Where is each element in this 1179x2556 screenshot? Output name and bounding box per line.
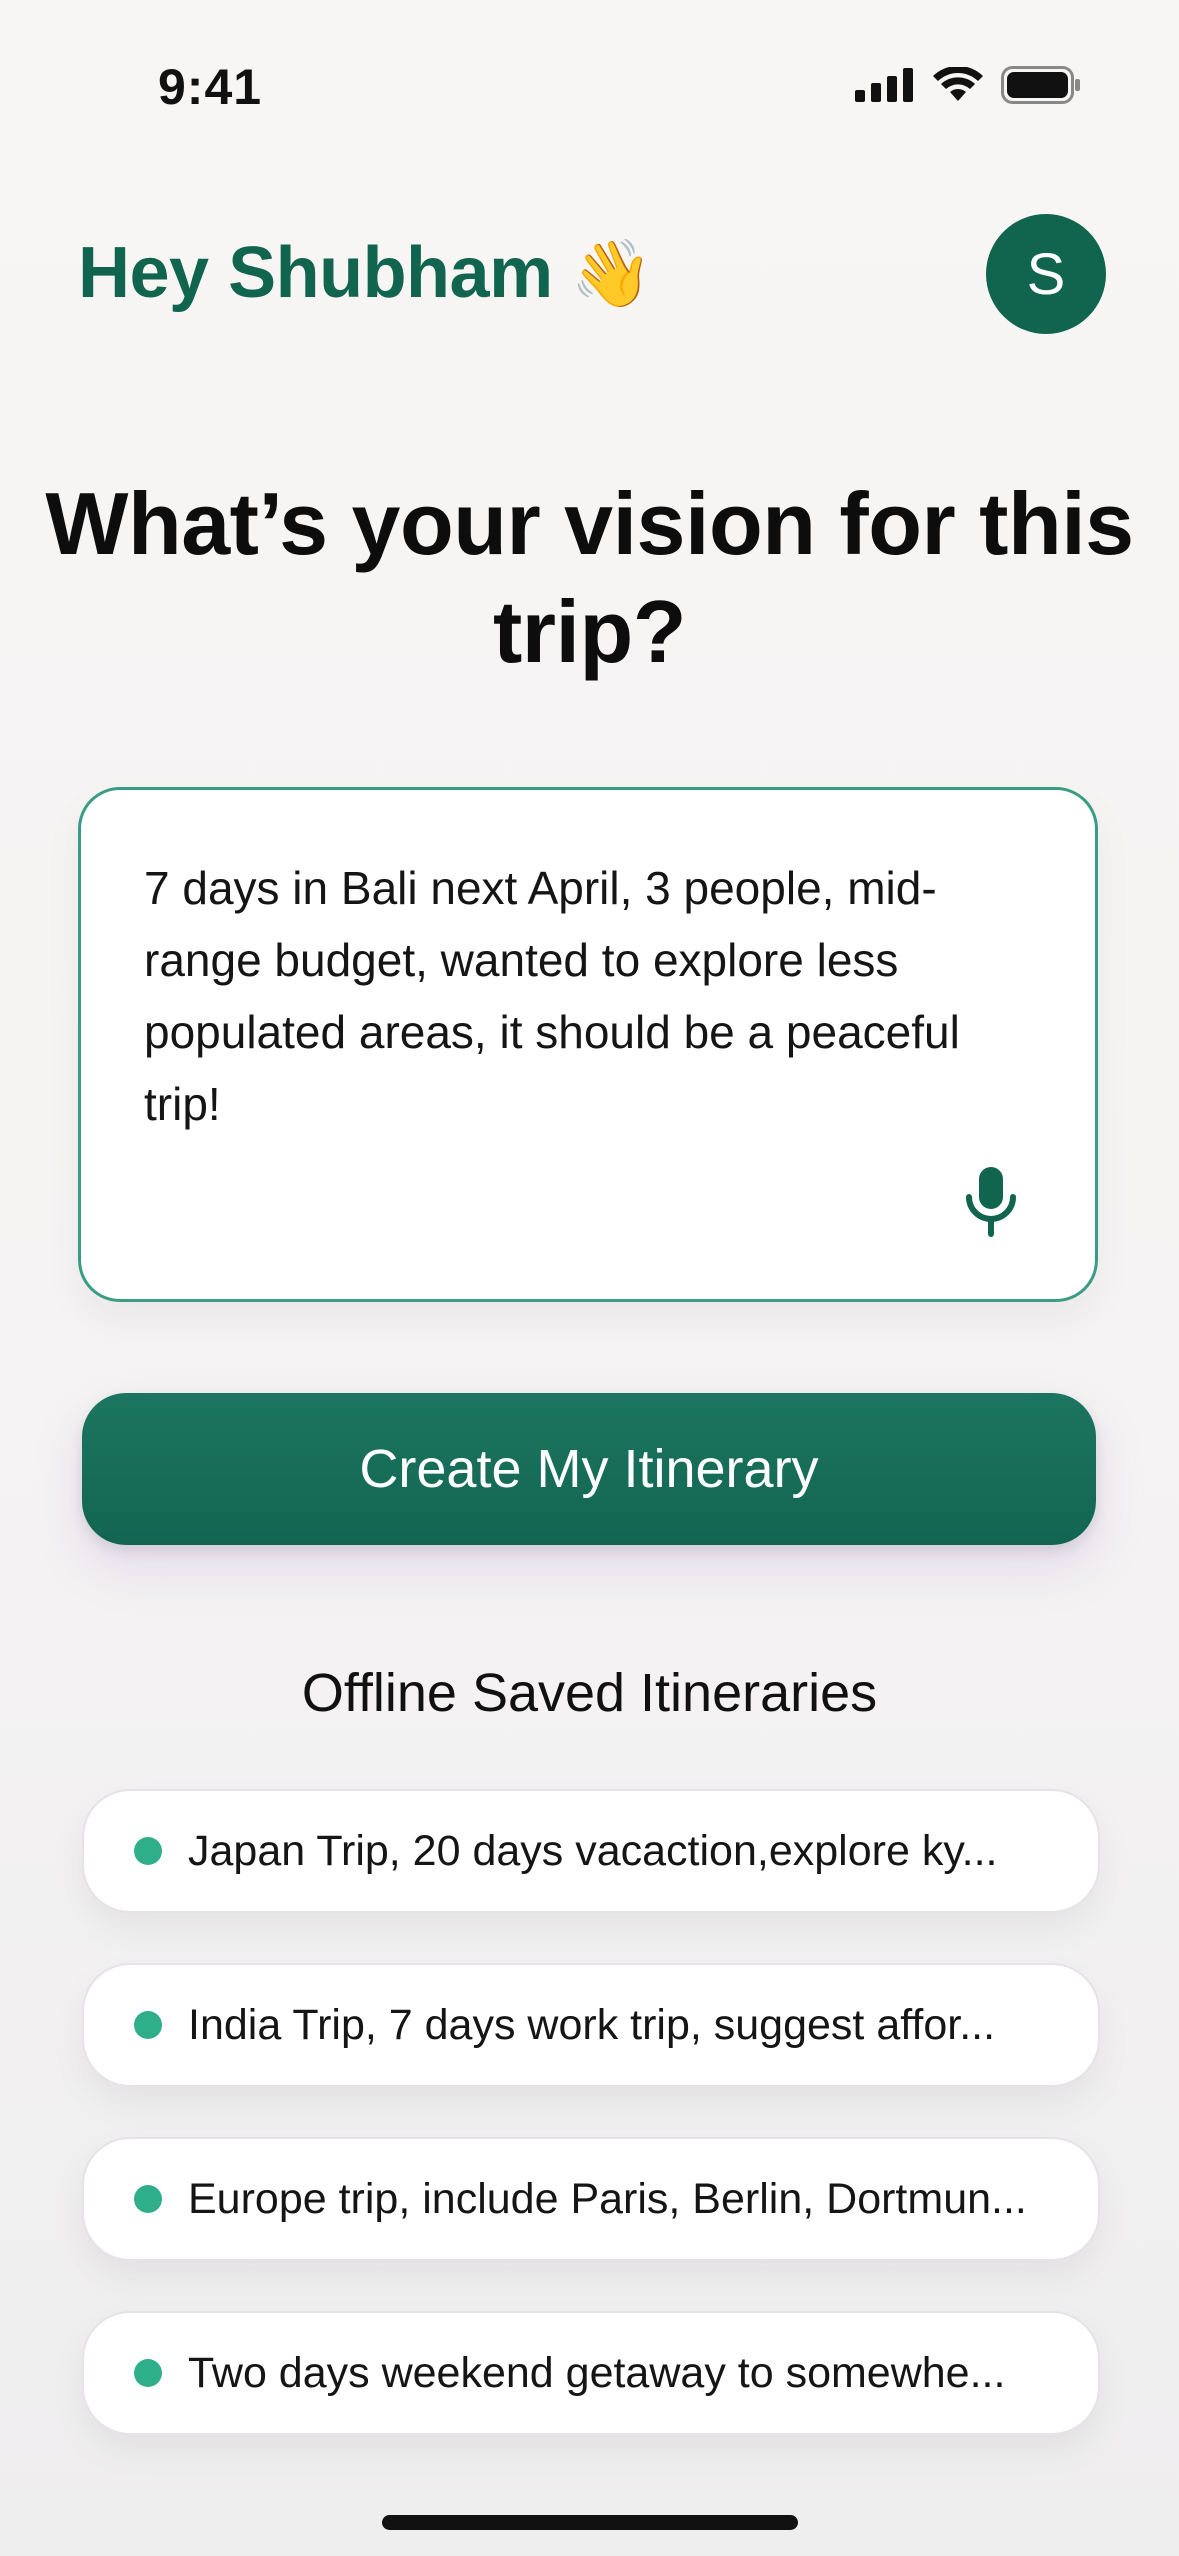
saved-itinerary-item[interactable]: Japan Trip, 20 days vacaction,explore ky…	[82, 1789, 1100, 1913]
status-time: 9:41	[158, 59, 263, 115]
saved-itinerary-label: Europe trip, include Paris, Berlin, Dort…	[188, 2174, 1027, 2223]
status-dot	[134, 2359, 162, 2387]
saved-itinerary-label: Two days weekend getaway to somewhe...	[188, 2348, 1006, 2397]
trip-prompt-value[interactable]: 7 days in Bali next April, 3 people, mid…	[144, 852, 1044, 1140]
saved-itinerary-item[interactable]: India Trip, 7 days work trip, suggest af…	[82, 1963, 1100, 2087]
saved-itinerary-item[interactable]: Two days weekend getaway to somewhe...	[82, 2311, 1100, 2435]
app-screen: 9:41 Hey Shubham 👋 S What’s your vision …	[0, 0, 1179, 2556]
wifi-icon	[933, 67, 983, 103]
saved-itinerary-label: Japan Trip, 20 days vacaction,explore ky…	[188, 1826, 998, 1875]
greeting: Hey Shubham 👋	[78, 232, 653, 314]
home-indicator[interactable]	[382, 2515, 798, 2530]
cellular-signal-icon	[855, 68, 915, 102]
page-title: What’s your vision for this trip?	[45, 474, 1134, 681]
trip-prompt-input[interactable]: 7 days in Bali next April, 3 people, mid…	[78, 787, 1098, 1302]
battery-icon	[1001, 66, 1081, 104]
saved-itineraries-list: Japan Trip, 20 days vacaction,explore ky…	[82, 1789, 1100, 2485]
greeting-text: Hey Shubham	[78, 233, 553, 313]
waving-hand-icon: 👋	[570, 236, 653, 310]
microphone-icon[interactable]	[951, 1162, 1031, 1242]
status-dot	[134, 2011, 162, 2039]
saved-itinerary-item[interactable]: Europe trip, include Paris, Berlin, Dort…	[82, 2137, 1100, 2261]
saved-itinerary-label: India Trip, 7 days work trip, suggest af…	[188, 2000, 996, 2049]
saved-itineraries-title: Offline Saved Itineraries	[301, 1663, 878, 1723]
create-itinerary-button[interactable]: Create My Itinerary	[82, 1393, 1096, 1545]
status-dot	[134, 1837, 162, 1865]
status-dot	[134, 2185, 162, 2213]
avatar[interactable]: S	[986, 214, 1106, 334]
status-icons	[855, 66, 1081, 104]
